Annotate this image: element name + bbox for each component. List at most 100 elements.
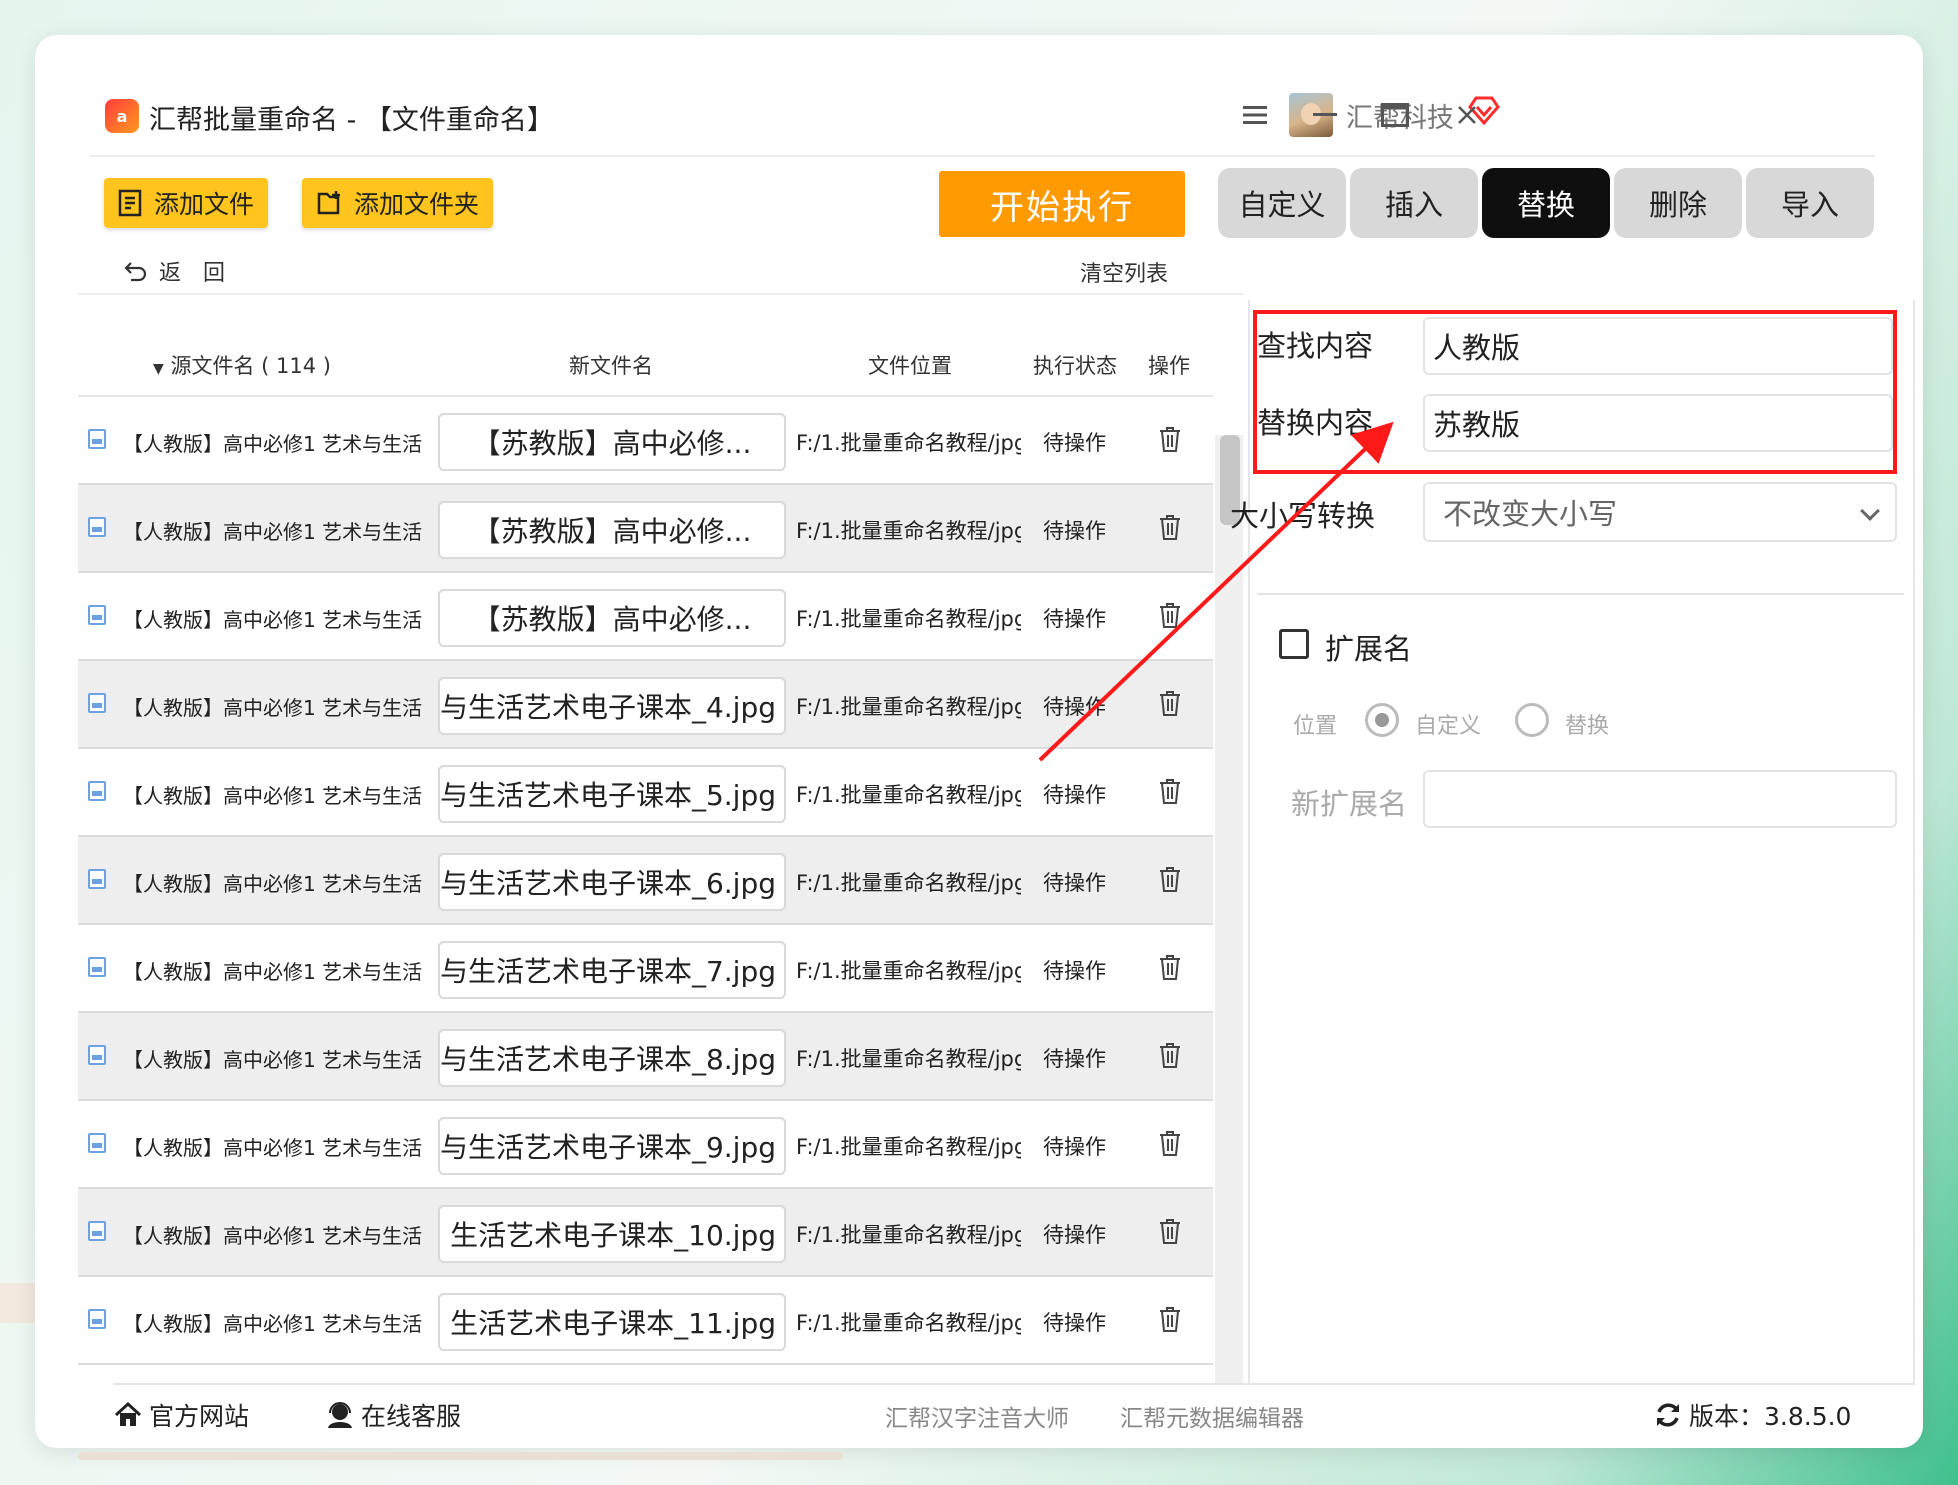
column-status: 执行状态: [1033, 354, 1117, 378]
trash-icon[interactable]: [1158, 513, 1182, 541]
file-location: F:/1.批量重命名教程/jpg: [796, 783, 1021, 807]
source-filename: 【人教版】高中必修1 艺术与生活: [123, 872, 423, 896]
table-row[interactable]: 【人教版】高中必修1 艺术与生活 与生活艺术电子课本_4.jpg F:/1.批量重命…: [78, 661, 1213, 749]
trash-icon[interactable]: [1158, 689, 1182, 717]
title-separator: [90, 155, 1875, 157]
table-row[interactable]: 【人教版】高中必修1 艺术与生活 【苏教版】高中必修... F:/1.批量重命名教程…: [78, 397, 1213, 485]
add-file-button[interactable]: 添加文件: [104, 178, 269, 228]
image-file-icon: [88, 1045, 106, 1065]
trash-icon[interactable]: [1158, 953, 1182, 981]
new-filename-field[interactable]: 与生活艺术电子课本_5.jpg: [438, 765, 786, 823]
new-filename-field[interactable]: 与生活艺术电子课本_9.jpg: [438, 1117, 786, 1175]
metadata-app-link[interactable]: 汇帮元数据编辑器: [1120, 1399, 1304, 1433]
trash-icon[interactable]: [1158, 425, 1182, 453]
table-row[interactable]: 【人教版】高中必修1 艺术与生活 与生活艺术电子课本_9.jpg F:/1.批量重命…: [78, 1101, 1213, 1189]
tab-import[interactable]: 导入: [1746, 168, 1874, 238]
sort-down-icon: ▼: [153, 361, 164, 377]
new-filename-field[interactable]: 【苏教版】高中必修...: [438, 501, 786, 559]
source-filename: 【人教版】高中必修1 艺术与生活: [123, 1136, 423, 1160]
table-row[interactable]: 【人教版】高中必修1 艺术与生活 【苏教版】高中必修... F:/1.批量重命名教程…: [78, 485, 1213, 573]
file-location: F:/1.批量重命名教程/jpg: [796, 1135, 1021, 1159]
status-text: 待操作: [1043, 871, 1106, 895]
new-filename-field[interactable]: 【苏教版】高中必修...: [438, 589, 786, 647]
new-filename-field[interactable]: 与生活艺术电子课本_7.jpg: [438, 941, 786, 999]
online-support-link[interactable]: 在线客服: [325, 1397, 461, 1433]
source-filename: 【人教版】高中必修1 艺术与生活: [123, 1312, 423, 1336]
back-button[interactable]: 返 回: [123, 255, 225, 287]
official-website-link[interactable]: 官方网站: [113, 1397, 249, 1433]
app-logo: a: [105, 99, 139, 133]
highlight-box: [1253, 310, 1897, 474]
close-icon[interactable]: [1445, 93, 1489, 137]
trash-icon[interactable]: [1158, 1041, 1182, 1069]
trash-icon[interactable]: [1158, 601, 1182, 629]
new-filename-field[interactable]: 与生活艺术电子课本_6.jpg: [438, 853, 786, 911]
app-window: a 汇帮批量重命名 - 【文件重命名】 汇帮科技 添加文件 添加文件夹 开始执行…: [35, 35, 1923, 1448]
tab-delete[interactable]: 删除: [1614, 168, 1742, 238]
new-extension-input[interactable]: [1423, 770, 1897, 828]
table-row[interactable]: 【人教版】高中必修1 艺术与生活 生活艺术电子课本_11.jpg F:/1.批量重命…: [78, 1277, 1213, 1365]
trash-icon[interactable]: [1158, 1129, 1182, 1157]
file-location: F:/1.批量重命名教程/jpg: [796, 695, 1021, 719]
source-filename: 【人教版】高中必修1 艺术与生活: [123, 520, 423, 544]
new-filename-field[interactable]: 【苏教版】高中必修...: [438, 413, 786, 471]
table-row[interactable]: 【人教版】高中必修1 艺术与生活 与生活艺术电子课本_8.jpg F:/1.批量重命…: [78, 1013, 1213, 1101]
trash-icon[interactable]: [1158, 777, 1182, 805]
source-filename: 【人教版】高中必修1 艺术与生活: [123, 432, 423, 456]
column-new-name: 新文件名: [569, 354, 653, 378]
tab-replace[interactable]: 替换: [1482, 168, 1610, 238]
footer-separator: [113, 1383, 1915, 1385]
trash-icon[interactable]: [1158, 1217, 1182, 1245]
table-row[interactable]: 【人教版】高中必修1 艺术与生活 【苏教版】高中必修... F:/1.批量重命名教程…: [78, 573, 1213, 661]
extension-label: 扩展名: [1325, 632, 1413, 666]
table-row[interactable]: 【人教版】高中必修1 艺术与生活 生活艺术电子课本_10.jpg F:/1.批量重命…: [78, 1189, 1213, 1277]
column-source-label: 源文件名 ( 114 ): [170, 354, 331, 378]
tab-insert[interactable]: 插入: [1350, 168, 1478, 238]
position-radio-custom[interactable]: [1365, 703, 1399, 737]
maximize-icon[interactable]: [1373, 93, 1417, 137]
status-text: 待操作: [1043, 959, 1106, 983]
headset-icon: [328, 1402, 352, 1428]
version-label: 版本：3.8.5.0: [1689, 1402, 1852, 1431]
column-source[interactable]: ▼ 源文件名 ( 114 ): [153, 350, 331, 380]
clear-list-button[interactable]: 清空列表: [1080, 256, 1168, 288]
menu-icon[interactable]: [1233, 93, 1277, 137]
tab-custom[interactable]: 自定义: [1218, 168, 1346, 238]
image-file-icon: [88, 781, 106, 801]
image-file-icon: [88, 693, 106, 713]
official-website-label: 官方网站: [149, 1402, 250, 1431]
file-location: F:/1.批量重命名教程/jpg: [796, 1311, 1021, 1335]
image-file-icon: [88, 957, 106, 977]
new-filename-field[interactable]: 与生活艺术电子课本_8.jpg: [438, 1029, 786, 1087]
minimize-icon[interactable]: [1303, 93, 1347, 137]
status-text: 待操作: [1043, 1311, 1106, 1335]
add-folder-button[interactable]: 添加文件夹: [302, 178, 494, 228]
trash-icon[interactable]: [1158, 1305, 1182, 1333]
table-row[interactable]: 【人教版】高中必修1 艺术与生活 与生活艺术电子课本_6.jpg F:/1.批量重命…: [78, 837, 1213, 925]
file-location: F:/1.批量重命名教程/jpg: [796, 1047, 1021, 1071]
position-radio-custom-label: 自定义: [1415, 714, 1482, 739]
start-button[interactable]: 开始执行: [939, 171, 1185, 237]
list-scrollbar-track[interactable]: [1215, 435, 1243, 1383]
status-text: 待操作: [1043, 431, 1106, 455]
case-select[interactable]: 不改变大小写: [1423, 482, 1897, 542]
position-radio-replace-label: 替换: [1565, 714, 1610, 739]
new-filename-field[interactable]: 生活艺术电子课本_11.jpg: [438, 1293, 786, 1351]
column-location: 文件位置: [868, 354, 952, 378]
version-info[interactable]: 版本：3.8.5.0: [1653, 1397, 1851, 1433]
source-filename: 【人教版】高中必修1 艺术与生活: [123, 784, 423, 808]
extension-checkbox[interactable]: [1279, 629, 1309, 659]
pinyin-app-link[interactable]: 汇帮汉字注音大师: [885, 1399, 1069, 1433]
status-text: 待操作: [1043, 695, 1106, 719]
title-bar: a 汇帮批量重命名 - 【文件重命名】 汇帮科技: [35, 85, 1923, 157]
table-row[interactable]: 【人教版】高中必修1 艺术与生活 与生活艺术电子课本_7.jpg F:/1.批量重命…: [78, 925, 1213, 1013]
home-icon: [114, 1401, 142, 1426]
add-folder-label: 添加文件夹: [354, 190, 480, 219]
new-filename-field[interactable]: 与生活艺术电子课本_4.jpg: [438, 677, 786, 735]
table-row[interactable]: 【人教版】高中必修1 艺术与生活 与生活艺术电子课本_5.jpg F:/1.批量重命…: [78, 749, 1213, 837]
trash-icon[interactable]: [1158, 865, 1182, 893]
image-file-icon: [88, 869, 106, 889]
position-radio-replace[interactable]: [1515, 703, 1549, 737]
new-filename-field[interactable]: 生活艺术电子课本_10.jpg: [438, 1205, 786, 1263]
source-filename: 【人教版】高中必修1 艺术与生活: [123, 960, 423, 984]
